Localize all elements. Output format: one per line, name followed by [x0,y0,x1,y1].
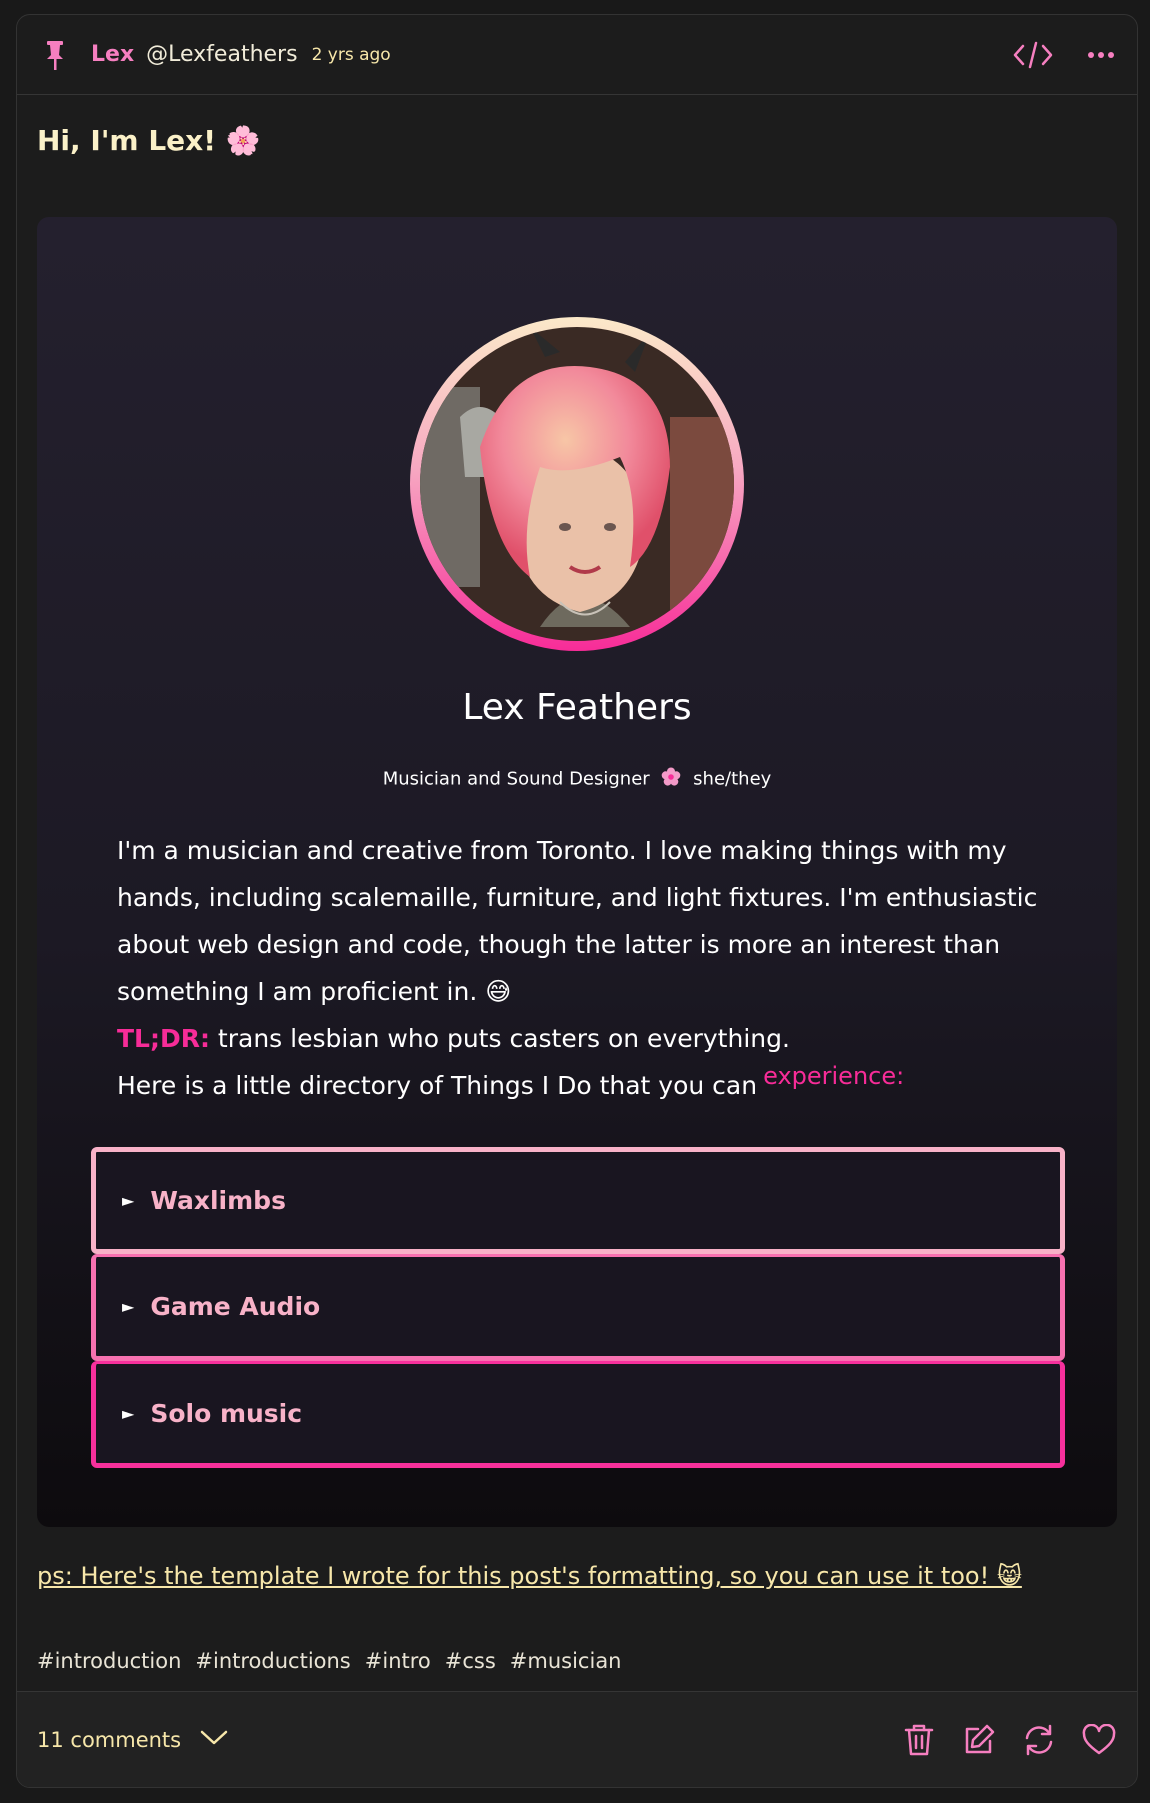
avatar [410,317,744,651]
section-label: Waxlimbs [150,1186,286,1215]
disclosure-triangle-icon: ► [122,1404,135,1423]
tldr-text: trans lesbian who puts casters on everyt… [209,1024,790,1053]
avatar-photo [420,327,734,641]
code-icon[interactable] [1013,40,1053,70]
profile-role: Musician and Sound Designer [382,768,650,790]
profile-bio: I'm a musician and creative from Toronto… [117,827,1057,1110]
post-header: Lex @Lexfeathers 2 yrs ago [17,15,1137,95]
section-solo-music[interactable]: ► Solo music [91,1361,1065,1468]
share-icon[interactable] [1021,1722,1057,1758]
section-waxlimbs[interactable]: ► Waxlimbs [91,1147,1065,1254]
tldr-line: TL;DR: trans lesbian who puts casters on… [117,1015,1057,1062]
post-timestamp[interactable]: 2 yrs ago [312,45,391,65]
directory-text: Here is a little directory of Things I D… [117,1071,758,1100]
post-card: Lex @Lexfeathers 2 yrs ago Hi, I'm Lex! … [16,14,1138,1788]
template-link[interactable]: ps: Here's the template I wrote for this… [37,1562,1022,1590]
like-icon[interactable] [1081,1722,1117,1758]
tag[interactable]: #musician [510,1649,622,1673]
edit-icon[interactable] [961,1722,997,1758]
profile-name: Lex Feathers [462,687,692,728]
directory-line: Here is a little directory of Things I D… [117,1062,1057,1110]
disclosure-triangle-icon: ► [122,1297,135,1316]
trash-icon[interactable] [901,1722,937,1758]
comments-count: 11 comments [37,1727,182,1752]
tag[interactable]: #introduction [37,1649,181,1673]
comments-toggle[interactable]: 11 comments [37,1727,229,1752]
directory-highlight: experience: [763,1062,905,1090]
profile-pronouns: she/they [693,768,772,790]
directory-accordion: ► Waxlimbs ► Game Audio ► Solo music [91,1147,1065,1468]
bio-paragraph: I'm a musician and creative from Toronto… [117,836,1038,1006]
profile-card: Lex Feathers Musician and Sound Designer… [37,217,1117,1527]
author-name[interactable]: Lex [91,42,134,67]
author-handle[interactable]: @Lexfeathers [146,42,297,67]
tldr-label: TL;DR: [117,1024,210,1053]
section-label: Solo music [150,1399,303,1428]
tag[interactable]: #introductions [195,1649,350,1673]
section-game-audio[interactable]: ► Game Audio [91,1254,1065,1361]
pin-icon [43,39,67,71]
flower-icon [661,767,681,792]
chevron-down-icon [199,1727,229,1752]
post-footer: 11 comments [17,1691,1137,1787]
disclosure-triangle-icon: ► [122,1191,135,1210]
tag[interactable]: #css [445,1649,496,1673]
profile-subtitle: Musician and Sound Designer she/they [37,767,1117,792]
post-title: Hi, I'm Lex! 🌸 [37,124,261,157]
tag[interactable]: #intro [365,1649,431,1673]
tag-list: #introduction #introductions #intro #css… [37,1649,622,1673]
section-label: Game Audio [150,1292,321,1321]
more-icon[interactable] [1087,51,1115,59]
